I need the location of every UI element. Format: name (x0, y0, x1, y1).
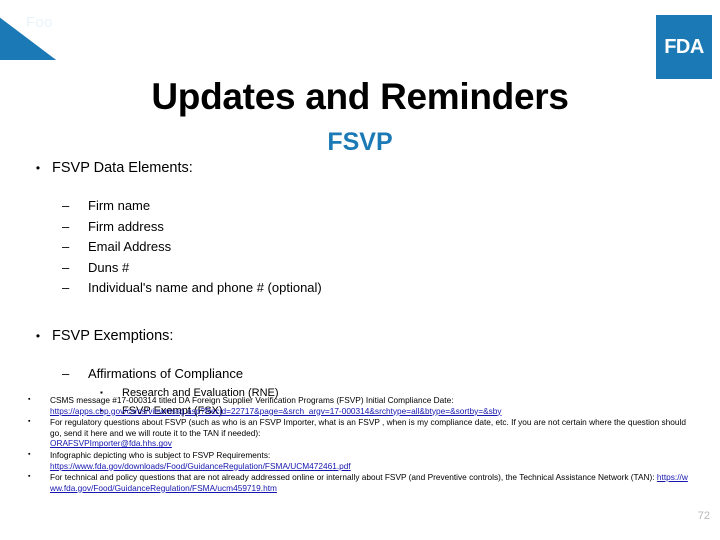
footer-note-body: CSMS message #17-000314 titled DA Foreig… (50, 395, 720, 416)
list-item: – Email Address (0, 237, 720, 258)
section-heading-exemptions: • FSVP Exemptions: (0, 326, 720, 346)
page-number: 72 (697, 510, 710, 522)
square-bullet-marker: ▪ (28, 473, 31, 481)
square-bullet-marker: ▪ (28, 450, 31, 458)
list-item-label: Duns # (88, 259, 130, 275)
list-item: – Firm name (0, 196, 720, 217)
list-item-label: Firm name (88, 198, 151, 213)
footer-note: ▪ CSMS message #17-000314 titled DA Fore… (0, 395, 720, 416)
list-item: – Affirmations of Compliance (0, 364, 720, 385)
corner-banner: Foo (0, 0, 110, 60)
footer-note: ▪ For technical and policy questions tha… (0, 472, 720, 493)
footer-note-text: CSMS message #17-000314 titled DA Foreig… (50, 395, 454, 405)
page-title: Updates and Reminders (151, 76, 569, 117)
fda-logo: FDA (656, 15, 712, 79)
footer-note-text: Infographic depicting who is subject to … (50, 449, 271, 460)
footer-note-body: For regulatory questions about FSVP (suc… (50, 417, 720, 449)
footer-note-body: Infographic depicting who is subject to … (50, 450, 720, 471)
list-item-label: Affirmations of Compliance (88, 365, 244, 381)
bullet-marker: • (35, 161, 41, 175)
bullet-marker: • (35, 328, 41, 343)
footer-notes: ▪ CSMS message #17-000314 titled DA Fore… (0, 395, 720, 494)
dash-marker: – (62, 280, 70, 295)
corner-banner-label: Foo (26, 14, 53, 31)
list-item: – Duns # (0, 258, 720, 279)
footer-note-text: For technical and policy questions that … (50, 472, 657, 483)
footer-note: ▪ For regulatory questions about FSVP (s… (0, 417, 720, 449)
dash-marker: – (62, 198, 70, 213)
footer-note: ▪ Infographic depicting who is subject t… (0, 450, 720, 471)
dash-marker: – (62, 239, 70, 254)
section-heading-label: FSVP Data Elements: (52, 160, 193, 176)
section-heading-label: FSVP Exemptions: (52, 327, 174, 344)
list-item-label: Individual's name and phone # (optional) (88, 280, 322, 295)
list-item-label: Email Address (88, 239, 172, 254)
fda-logo-text: FDA (664, 35, 704, 58)
corner-banner-stripe (0, 0, 78, 60)
dash-marker: – (62, 259, 70, 275)
square-bullet-marker: ▪ (28, 396, 31, 403)
footer-note-text: For regulatory questions about FSVP (suc… (50, 417, 686, 438)
footer-note-body: For technical and policy questions that … (50, 472, 720, 493)
square-bullet-marker: ▪ (28, 418, 31, 426)
list-item: – Firm address (0, 217, 720, 238)
dash-marker: – (62, 218, 70, 234)
list-item-label: Firm address (88, 218, 164, 234)
footer-note-link[interactable]: https://apps.cbp.gov/csms/viewmssg.asp?R… (50, 406, 502, 416)
footer-note-link[interactable]: https://www.fda.gov/downloads/Food/Guida… (50, 461, 351, 471)
slide-body: • FSVP Data Elements: – Firm name – Firm… (0, 158, 720, 420)
list-item: – Individual's name and phone # (optiona… (0, 278, 720, 299)
dash-marker: – (62, 365, 70, 381)
page-subtitle: FSVP (327, 128, 393, 156)
section-heading-data-elements: • FSVP Data Elements: (0, 158, 720, 178)
footer-note-link[interactable]: ORAFSVPImporter@fda.hhs.gov (50, 438, 172, 448)
